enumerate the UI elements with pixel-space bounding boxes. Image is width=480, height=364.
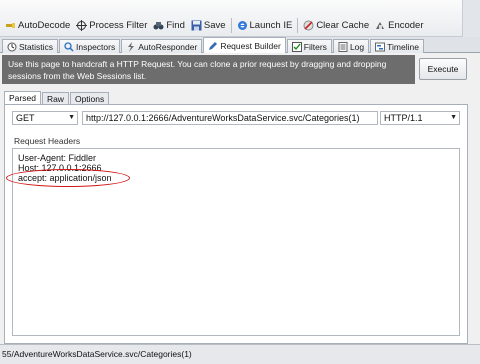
http-version-value: HTTP/1.1 bbox=[384, 113, 423, 123]
main-tabs: Statistics Inspectors AutoResponder Requ… bbox=[0, 37, 480, 53]
timeline-icon bbox=[375, 42, 386, 51]
tab-options[interactable]: Options bbox=[69, 92, 110, 104]
checkbox-icon bbox=[291, 41, 302, 52]
toolbar-separator bbox=[230, 17, 232, 33]
inspector-icon bbox=[64, 41, 74, 52]
highlight-ellipse bbox=[6, 169, 130, 187]
method-select[interactable]: GET ▼ bbox=[12, 111, 78, 125]
clear-cache-button[interactable]: Clear Cache bbox=[300, 17, 372, 33]
launch-ie-button[interactable]: Launch IE bbox=[234, 17, 296, 33]
tab-filters[interactable]: Filters bbox=[286, 39, 332, 53]
chevron-down-icon: ▼ bbox=[450, 114, 457, 121]
save-button[interactable]: Save bbox=[188, 17, 229, 33]
tab-autoresponder[interactable]: AutoResponder bbox=[121, 39, 203, 53]
tab-timeline[interactable]: Timeline bbox=[370, 39, 424, 53]
autodecode-button[interactable]: AutoDecode bbox=[2, 17, 73, 33]
request-builder-info: Use this page to handcraft a HTTP Reques… bbox=[2, 55, 415, 84]
clock-icon bbox=[7, 42, 17, 51]
tab-inspectors[interactable]: Inspectors bbox=[59, 39, 121, 53]
chevron-down-icon: ▼ bbox=[68, 114, 75, 121]
lightning-icon bbox=[128, 41, 135, 52]
tab-parsed[interactable]: Parsed bbox=[4, 91, 41, 104]
status-bar: 55/AdventureWorksDataService.svc/Categor… bbox=[0, 344, 480, 364]
url-input[interactable]: http://127.0.0.1:2666/AdventureWorksData… bbox=[82, 111, 378, 125]
header-line: User-Agent: Fiddler bbox=[18, 153, 97, 163]
tab-raw[interactable]: Raw bbox=[41, 92, 69, 104]
request-subtabs: Parsed Raw Options bbox=[4, 91, 110, 104]
execute-button[interactable]: Execute bbox=[419, 58, 467, 80]
process-filter-button[interactable]: Process Filter bbox=[73, 17, 150, 33]
floppy-icon bbox=[191, 20, 202, 30]
ie-icon bbox=[237, 20, 247, 30]
request-headers-label: Request Headers bbox=[14, 136, 81, 146]
wand-icon bbox=[6, 22, 15, 28]
log-icon bbox=[338, 41, 348, 52]
tab-statistics[interactable]: Statistics bbox=[2, 39, 59, 53]
clear-cache-icon bbox=[303, 20, 314, 30]
toolbar: AutoDecode Process Filter Find Save Laun… bbox=[0, 0, 480, 37]
http-version-select[interactable]: HTTP/1.1 ▼ bbox=[380, 111, 460, 125]
binoculars-icon bbox=[153, 21, 164, 29]
encoder-icon bbox=[376, 21, 385, 29]
encoder-button[interactable]: Encoder bbox=[372, 17, 426, 33]
find-button[interactable]: Find bbox=[150, 17, 187, 33]
tab-request-builder[interactable]: Request Builder bbox=[203, 37, 286, 53]
method-value: GET bbox=[16, 113, 35, 123]
parsed-panel: GET ▼ http://127.0.0.1:2666/AdventureWor… bbox=[4, 104, 468, 344]
toolbar-buttons: AutoDecode Process Filter Find Save Laun… bbox=[2, 17, 427, 33]
toolbar-edge bbox=[462, 0, 480, 37]
toolbar-separator bbox=[297, 17, 299, 33]
crosshair-icon bbox=[76, 19, 88, 31]
pen-icon bbox=[209, 41, 218, 50]
tab-log[interactable]: Log bbox=[332, 39, 370, 53]
